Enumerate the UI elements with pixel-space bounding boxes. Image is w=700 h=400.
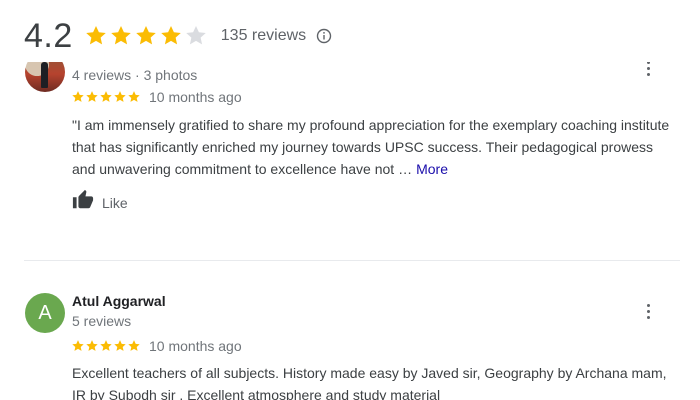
star-icon <box>86 340 98 351</box>
star-icon <box>128 91 140 102</box>
thumbs-up-icon <box>72 189 94 216</box>
star-icon <box>72 340 84 351</box>
reviewer-name[interactable]: Atul Aggarwal <box>72 293 166 309</box>
more-options-icon[interactable] <box>640 300 656 322</box>
review-count[interactable]: 135 reviews <box>221 27 306 45</box>
review-text: "I am immensely gratified to share my pr… <box>72 114 672 180</box>
like-label: Like <box>102 194 128 211</box>
star-icon <box>186 26 206 45</box>
reviewer-meta: 5 reviews <box>72 313 132 329</box>
review-time: 10 months ago <box>149 338 242 354</box>
review-list[interactable]: 4 reviews · 3 photos 10 months ago "I am… <box>0 62 700 400</box>
reviewer-avatar[interactable] <box>25 62 65 92</box>
star-icon <box>114 340 126 351</box>
star-icon <box>128 340 140 351</box>
star-icon <box>114 91 126 102</box>
star-icon <box>100 340 112 351</box>
more-options-icon[interactable] <box>640 62 656 79</box>
star-icon <box>86 26 106 45</box>
rating-summary: 4.2 135 reviews <box>24 14 332 58</box>
star-icon <box>86 91 98 102</box>
star-icon <box>72 91 84 102</box>
review-rating: 10 months ago <box>71 89 242 105</box>
review-time: 10 months ago <box>149 89 242 105</box>
reviewer-avatar[interactable]: A <box>25 293 65 333</box>
reviewer-meta: 4 reviews · 3 photos <box>72 67 198 83</box>
star-icon <box>161 26 181 45</box>
like-button[interactable]: Like <box>72 189 128 216</box>
info-icon[interactable] <box>316 28 332 44</box>
star-icon <box>111 26 131 45</box>
review-stars <box>71 90 141 104</box>
review-body: "I am immensely gratified to share my pr… <box>72 117 670 177</box>
star-icon <box>100 91 112 102</box>
review-divider <box>24 260 680 261</box>
review-text: Excellent teachers of all subjects. Hist… <box>72 365 667 400</box>
average-rating: 4.2 <box>24 17 73 55</box>
review-stars <box>71 339 141 353</box>
more-link[interactable]: More <box>416 161 448 177</box>
rating-stars <box>84 24 209 48</box>
review-rating: 10 months ago <box>71 338 242 354</box>
star-icon <box>136 26 156 45</box>
